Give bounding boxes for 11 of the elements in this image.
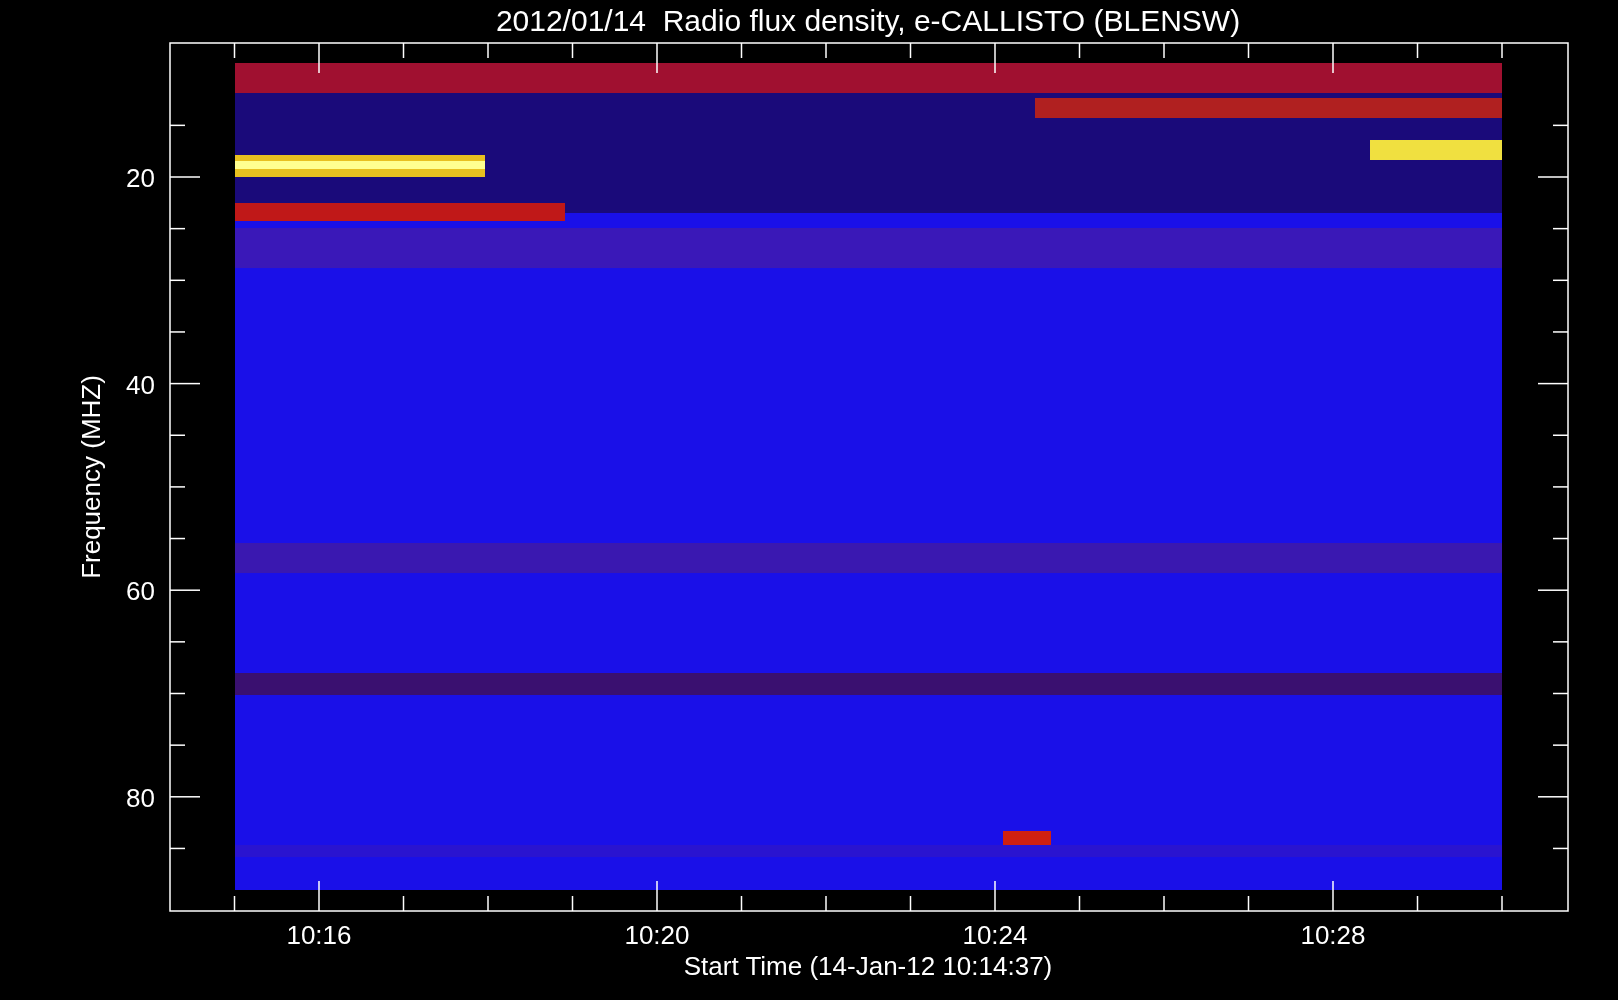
plot-title: 2012/01/14 Radio flux density, e-CALLISTO (BLENSW) bbox=[495, 4, 1241, 37]
x-axis-label: Start Time (14-Jan-12 10:14:37) bbox=[683, 951, 1053, 981]
x-tick-label: 10:20 bbox=[624, 920, 690, 950]
y-tick-label: 20 bbox=[126, 163, 155, 193]
y-axis-label: Frequency (MHZ) bbox=[76, 375, 106, 579]
y-tick-label: 40 bbox=[126, 369, 155, 400]
y-tick-label: 80 bbox=[126, 782, 155, 813]
x-tick-label: 10:16 bbox=[286, 920, 352, 950]
y-tick-label: 60 bbox=[126, 576, 155, 607]
x-tick-label: 10:24 bbox=[962, 920, 1028, 950]
x-tick-label: 10:28 bbox=[1300, 920, 1366, 950]
